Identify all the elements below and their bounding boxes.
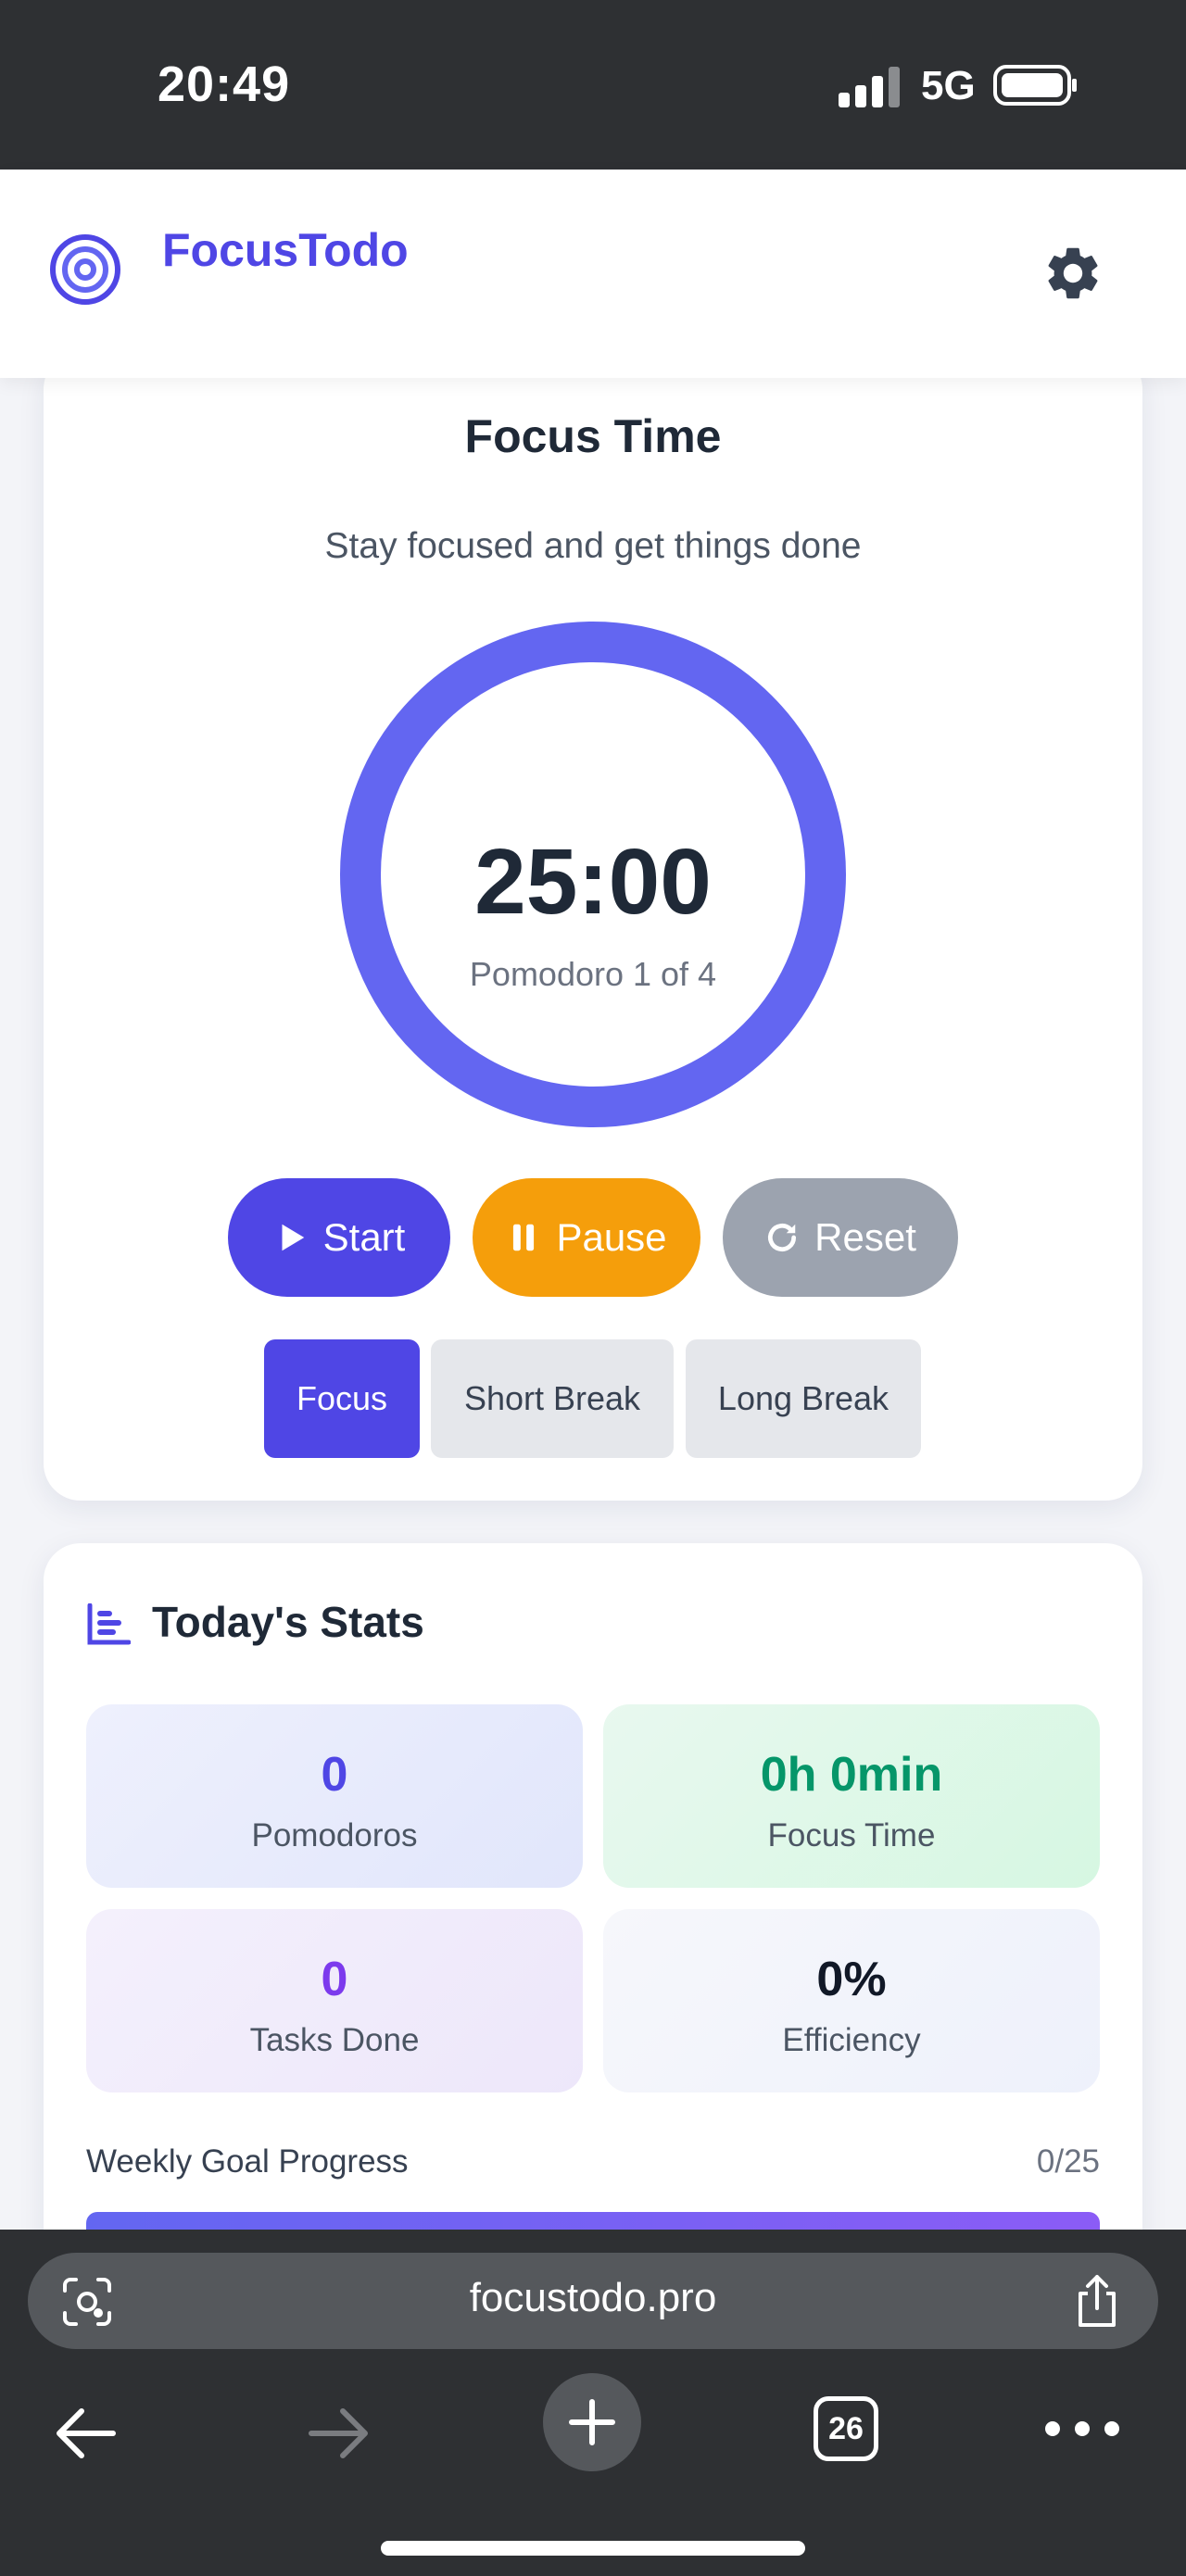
- mode-focus-tab[interactable]: Focus: [264, 1339, 420, 1458]
- stat-value: 0h 0min: [760, 1748, 943, 1802]
- stat-label: Pomodoros: [251, 1817, 418, 1853]
- stat-tile-pomodoros: 0 Pomodoros: [86, 1704, 583, 1888]
- pause-label: Pause: [556, 1215, 667, 1259]
- stats-card: Today's Stats 0 Pomodoros 0h 0min Focus …: [44, 1543, 1142, 2247]
- back-arrow-icon[interactable]: [48, 2396, 122, 2470]
- weekly-goal-count: 0/25: [1036, 2143, 1100, 2180]
- url-text: focustodo.pro: [469, 2275, 717, 2320]
- timer-display: 25:00: [474, 830, 712, 934]
- mode-short-break-tab[interactable]: Short Break: [431, 1339, 674, 1458]
- stat-tile-efficiency: 0% Efficiency: [603, 1909, 1100, 2092]
- tabs-button[interactable]: 26: [814, 2396, 878, 2461]
- more-menu-button[interactable]: [1045, 2396, 1119, 2461]
- signal-icon: [839, 67, 900, 107]
- session-counter: Pomodoro 1 of 4: [469, 955, 717, 993]
- reset-button[interactable]: Reset: [723, 1178, 958, 1297]
- start-button[interactable]: Start: [228, 1178, 450, 1297]
- timer-ring: 25:00 Pomodoro 1 of 4: [340, 622, 846, 1127]
- timer-title: Focus Time: [464, 410, 722, 462]
- stat-label: Efficiency: [782, 2022, 921, 2058]
- battery-icon: [993, 65, 1077, 106]
- dot-icon: [1104, 2421, 1119, 2436]
- stat-label: Focus Time: [767, 1817, 936, 1853]
- plus-icon: [569, 2399, 615, 2445]
- reset-icon: [768, 1224, 797, 1252]
- timer-subtitle: Stay focused and get things done: [324, 526, 862, 566]
- share-icon[interactable]: [1073, 2273, 1121, 2329]
- stat-value: 0%: [816, 1953, 887, 2006]
- play-icon: [282, 1224, 304, 1251]
- start-label: Start: [322, 1215, 406, 1259]
- stat-label: Tasks Done: [249, 2022, 420, 2058]
- home-indicator: [381, 2541, 805, 2556]
- stat-tile-focus-time: 0h 0min Focus Time: [603, 1704, 1100, 1888]
- address-bar[interactable]: focustodo.pro: [28, 2253, 1158, 2349]
- mode-long-break-tab[interactable]: Long Break: [686, 1339, 921, 1458]
- brand-name[interactable]: FocusTodo: [162, 223, 409, 277]
- forward-arrow-icon[interactable]: [302, 2396, 376, 2470]
- bar-chart-icon: [87, 1603, 131, 1645]
- browser-toolbar: focustodo.pro 26: [0, 2230, 1186, 2576]
- stats-title: Today's Stats: [152, 1598, 424, 1646]
- timer-card: Focus Time Stay focused and get things d…: [44, 352, 1142, 1501]
- pause-icon: [513, 1224, 535, 1251]
- dot-icon: [1045, 2421, 1060, 2436]
- status-time: 20:49: [158, 57, 291, 112]
- reset-label: Reset: [814, 1215, 916, 1259]
- network-label: 5G: [921, 63, 976, 108]
- stat-value: 0: [321, 1953, 348, 2006]
- new-tab-button[interactable]: [543, 2373, 641, 2471]
- stat-tile-tasks-done: 0 Tasks Done: [86, 1909, 583, 2092]
- gear-icon[interactable]: [1041, 242, 1104, 305]
- weekly-goal-label: Weekly Goal Progress: [86, 2143, 409, 2180]
- stat-value: 0: [321, 1748, 348, 1802]
- dot-icon: [1075, 2421, 1090, 2436]
- pause-button[interactable]: Pause: [473, 1178, 700, 1297]
- app-header: FocusTodo: [0, 170, 1186, 378]
- status-bar: 20:49 5G: [0, 0, 1186, 170]
- target-logo-icon[interactable]: [48, 232, 122, 307]
